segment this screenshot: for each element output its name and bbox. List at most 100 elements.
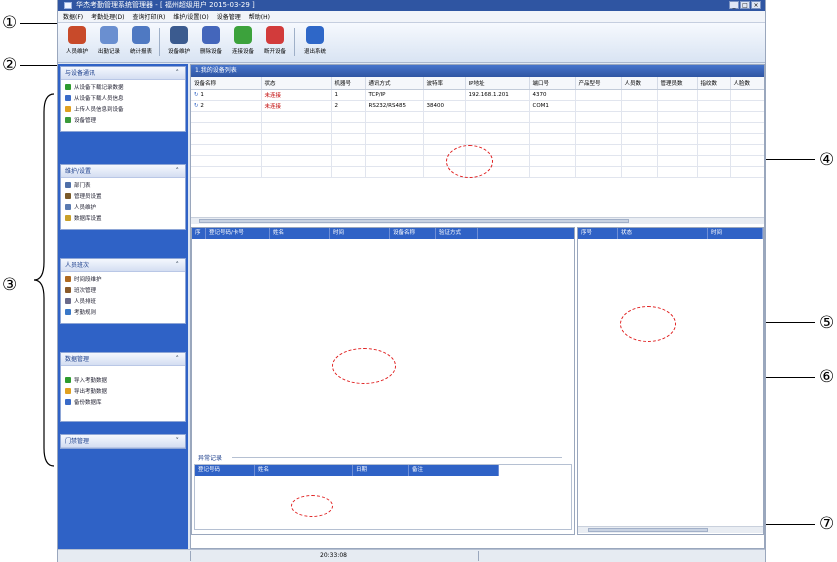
report-button[interactable]: 统计报表	[126, 25, 156, 59]
connect-device-button[interactable]: 连接设备	[228, 25, 258, 59]
column-header[interactable]: 设备名称	[191, 77, 262, 90]
table-cell	[529, 133, 576, 145]
table-cell	[730, 100, 764, 112]
table-row[interactable]: ↻ 1 未连接 1 TCP/IP 192.168.1.201 4370	[191, 89, 764, 101]
sidebar-item-export-data[interactable]: 导出考勤数据	[61, 387, 185, 398]
column-header[interactable]: 姓名	[270, 228, 330, 239]
chevron-up-icon: ˄	[175, 355, 180, 363]
column-header[interactable]: 时间	[708, 228, 763, 239]
sidebar-item-download-users[interactable]: 从设备下载人员信息	[61, 94, 185, 105]
column-header[interactable]: IP地址	[465, 77, 530, 90]
device-table-container: 设备名称 状态 机器号 通讯方式 波特率 IP地址 端口号 产品型号 人员数 管理员数 指纹数 人脸数…	[191, 77, 764, 217]
callout-6: ⑥	[819, 367, 835, 387]
column-header[interactable]: 机器号	[331, 77, 366, 90]
delete-device-button[interactable]: 删除设备	[196, 25, 226, 59]
column-header[interactable]: 登记号码/卡号	[206, 228, 270, 239]
exit-button[interactable]: 退出系统	[300, 25, 330, 59]
close-button[interactable]: ×	[751, 1, 761, 9]
panel-header[interactable]: 数据管理 ˄	[61, 353, 185, 366]
scrollbar-thumb[interactable]	[588, 528, 708, 532]
column-header[interactable]: 状态	[618, 228, 708, 239]
people-maintenance-button[interactable]: 人员维护	[62, 25, 92, 59]
sidebar-item-timeslot[interactable]: 时间段维护	[61, 275, 185, 286]
column-header[interactable]: 姓名	[255, 465, 353, 476]
column-header[interactable]: 波特率	[423, 77, 466, 90]
table-cell	[657, 155, 698, 167]
menu-query-print[interactable]: 查询打印(R)	[132, 12, 165, 21]
sidebar-item-person-maintenance[interactable]: 人员维护	[61, 203, 185, 214]
status-divider	[478, 551, 479, 561]
table-cell	[465, 100, 530, 112]
column-header[interactable]: 通讯方式	[365, 77, 424, 90]
panel-header[interactable]: 门禁管理 ˅	[61, 435, 185, 448]
column-header[interactable]: 端口号	[529, 77, 576, 90]
scrollbar-thumb[interactable]	[199, 219, 629, 223]
menu-data[interactable]: 数据(F)	[63, 12, 83, 21]
minimize-button[interactable]: _	[729, 1, 739, 9]
sidebar-item-department[interactable]: 部门表	[61, 181, 185, 192]
toolbar-separator	[159, 28, 160, 56]
status-bar: 20:33:08	[58, 549, 765, 562]
maximize-button[interactable]: □	[740, 1, 750, 9]
column-header[interactable]: 状态	[261, 77, 332, 90]
sidebar-item-import-data[interactable]: 导入考勤数据	[61, 376, 185, 387]
callout-7: ⑦	[819, 514, 835, 534]
menu-attendance[interactable]: 考勤处理(D)	[91, 12, 124, 21]
menu-device[interactable]: 设备管理	[217, 12, 241, 21]
column-header[interactable]: 序号	[578, 228, 618, 239]
table-cell	[697, 111, 731, 123]
panel-header[interactable]: 与设备通讯 ˄	[61, 67, 185, 80]
column-header[interactable]: 人员数	[621, 77, 658, 90]
column-header[interactable]: 验证方式	[436, 228, 478, 239]
table-cell	[621, 89, 658, 101]
table-cell	[730, 111, 764, 123]
panel-header[interactable]: 人员班次 ˄	[61, 259, 185, 272]
column-header[interactable]: 序	[192, 228, 206, 239]
menu-help[interactable]: 帮助(H)	[249, 12, 270, 21]
device-maintenance-button[interactable]: 设备维护	[164, 25, 194, 59]
column-header[interactable]: 设备名称	[390, 228, 436, 239]
device-table-scrollbar[interactable]	[191, 217, 764, 224]
sidebar-item-attendance-rules[interactable]: 考勤规则	[61, 308, 185, 319]
table-cell	[529, 144, 576, 156]
table-cell	[697, 144, 731, 156]
sidebar-item-shift-management[interactable]: 班次管理	[61, 286, 185, 297]
column-header[interactable]: 指纹数	[697, 77, 731, 90]
table-cell	[261, 144, 332, 156]
table-cell	[261, 133, 332, 145]
device-log-scrollbar[interactable]	[578, 526, 763, 533]
tab-device-list[interactable]: 1.我的设备列表	[191, 65, 764, 77]
admin-icon	[65, 193, 71, 199]
column-header[interactable]: 人脸数	[730, 77, 764, 90]
column-header[interactable]: 日期	[353, 465, 409, 476]
column-header[interactable]: 时间	[330, 228, 390, 239]
table-cell	[529, 111, 576, 123]
download-user-icon	[65, 95, 71, 101]
column-header[interactable]: 管理员数	[657, 77, 698, 90]
attendance-record-button[interactable]: 出勤记录	[94, 25, 124, 59]
column-header[interactable]: 产品型号	[575, 77, 622, 90]
sidebar-item-scheduling[interactable]: 人员排班	[61, 297, 185, 308]
status-clock: 20:33:08	[320, 552, 347, 559]
table-row[interactable]: ↻ 2 未连接 2 RS232/RS485 38400 COM1	[191, 100, 764, 112]
table-cell: RS232/RS485	[365, 100, 424, 112]
table-cell	[331, 166, 366, 178]
sidebar-item-database-settings[interactable]: 数据库设置	[61, 214, 185, 225]
table-row	[191, 111, 764, 123]
table-cell	[191, 122, 262, 134]
sidebar-item-admin-settings[interactable]: 管理员设置	[61, 192, 185, 203]
menu-maintenance[interactable]: 维护/设置(O)	[173, 12, 208, 21]
panel-header[interactable]: 维护/设置 ˄	[61, 165, 185, 178]
disconnect-device-button[interactable]: 断开设备	[260, 25, 290, 59]
schedule-icon	[65, 298, 71, 304]
sidebar-item-upload-users[interactable]: 上传人员信息到设备	[61, 105, 185, 116]
chevron-up-icon: ˄	[175, 69, 180, 77]
sidebar-item-device-management[interactable]: 设备管理	[61, 116, 185, 127]
sidebar-item-backup-database[interactable]: 备份数据库	[61, 398, 185, 409]
sidebar-item-download-records[interactable]: 从设备下载记录数据	[61, 83, 185, 94]
column-header[interactable]: 登记号码	[195, 465, 255, 476]
column-header[interactable]: 备注	[409, 465, 499, 476]
report-icon	[132, 26, 150, 44]
table-cell	[730, 155, 764, 167]
device-log-panel: 序号 状态 时间	[577, 227, 764, 535]
